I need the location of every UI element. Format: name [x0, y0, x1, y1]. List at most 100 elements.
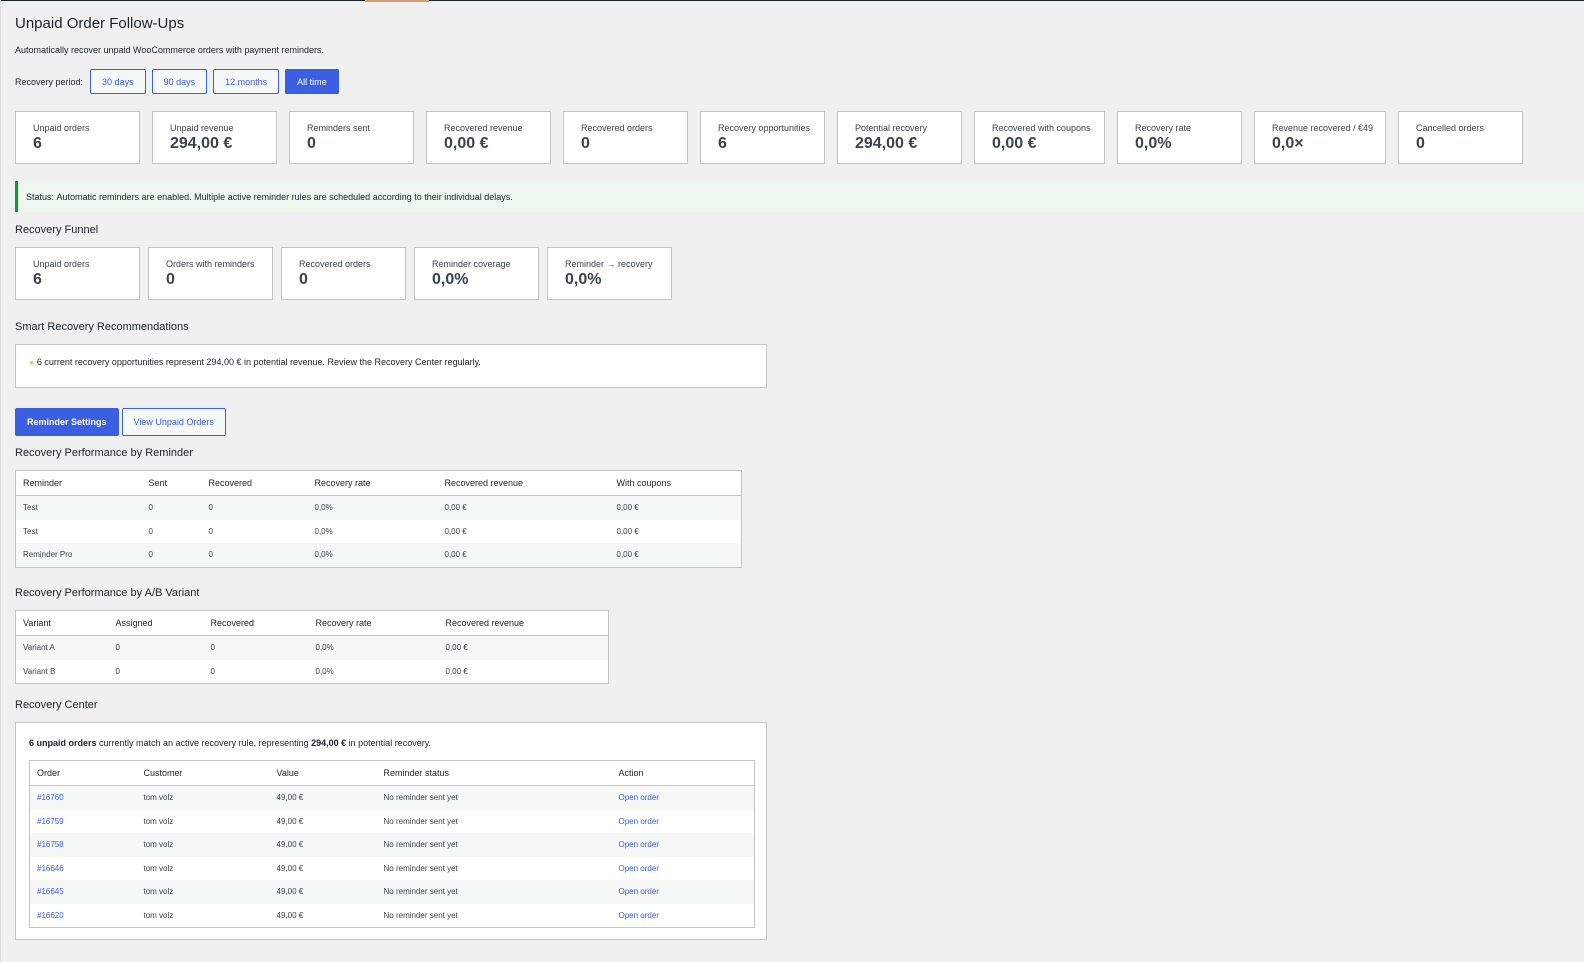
table-row: #16620 tom volz 49,00 € No reminder sent…	[30, 904, 755, 928]
action-cell: Open order	[612, 880, 755, 904]
table-cell: 0	[115, 643, 120, 653]
reminder-settings-button[interactable]: Reminder Settings	[15, 408, 119, 436]
customer-cell: tom volz	[143, 863, 174, 873]
recovery-funnel: Unpaid orders 6 Orders with reminders 0 Re…	[15, 247, 672, 300]
table-cell: 0	[208, 503, 213, 513]
table-row: Test 0 0 0,0% 0,00 € 0,00 €	[16, 520, 742, 544]
stat-label: Revenue recovered / €49	[1272, 123, 1374, 133]
stat-value: 0	[307, 135, 316, 152]
period-button-12-months[interactable]: 12 months	[213, 69, 280, 94]
table-cell: 0,0%	[314, 503, 333, 513]
open-order-link[interactable]: Open order	[619, 793, 659, 802]
customer-cell: tom volz	[143, 910, 174, 920]
value-cell: 49,00 €	[276, 863, 304, 873]
status-prefix: Status:	[26, 191, 55, 202]
order-link[interactable]: #16620	[37, 911, 64, 920]
status-text: Automatic reminders are enabled. Multipl…	[56, 191, 513, 202]
funnel-label: Unpaid orders	[33, 259, 90, 269]
open-order-link[interactable]: Open order	[619, 887, 659, 896]
column-header: Order	[29, 760, 137, 786]
column-header: Recovered revenue	[438, 610, 609, 636]
stat-card-unpaid-revenue: Unpaid revenue 294,00 €	[152, 111, 277, 164]
column-header: Recovery rate	[308, 610, 439, 636]
table-row: #16758 tom volz 49,00 € No reminder sent…	[29, 833, 755, 857]
stat-label: Recovered with coupons	[992, 123, 1091, 133]
reminder-performance-table: Reminder Sent Recovered Recovery rate Re…	[15, 470, 742, 568]
recommendations-heading: Smart Recovery Recommendations	[15, 321, 189, 333]
column-header: Value	[269, 760, 377, 786]
stat-value: 0	[1416, 135, 1425, 152]
funnel-label: Reminder coverage	[432, 259, 511, 269]
period-button-all-time[interactable]: All time	[285, 69, 339, 94]
funnel-value: 0	[299, 271, 308, 288]
page-subtitle: Automatically recover unpaid WooCommerce…	[15, 45, 324, 55]
summary-stats: Unpaid orders 6 Unpaid revenue 294,00 € Re…	[15, 111, 1523, 164]
stat-label: Potential recovery	[855, 123, 928, 133]
stat-card-cancelled-orders: Cancelled orders 0	[1398, 111, 1523, 164]
reminder-status-cell: No reminder sent yet	[383, 840, 458, 850]
value-cell: 49,00 €	[276, 887, 304, 897]
stat-card-recovered-orders: Recovered orders 0	[563, 111, 688, 164]
funnel-label: Orders with reminders	[166, 259, 255, 269]
table-cell: Reminder Pro	[23, 550, 73, 560]
open-order-link[interactable]: Open order	[619, 911, 659, 920]
admin-bar-highlight	[365, 0, 429, 2]
potential-amount: 294,00 €	[311, 738, 347, 748]
order-link[interactable]: #16759	[37, 817, 64, 826]
variant-performance-table: Variant Assigned Recovered Recovery rate…	[15, 610, 609, 684]
table-cell: 0,00 €	[616, 503, 639, 513]
stat-card-revenue-per-49: Revenue recovered / €49 0,0×	[1254, 111, 1386, 164]
action-cell: Open order	[612, 904, 755, 928]
stat-value: 0,0%	[1135, 135, 1172, 152]
open-order-link[interactable]: Open order	[619, 817, 659, 826]
reminder-status-cell: No reminder sent yet	[383, 793, 458, 803]
table-cell: 0,00 €	[616, 550, 639, 560]
table-row: #16645 tom volz 49,00 € No reminder sent…	[29, 880, 755, 904]
stat-card-recovery-opportunities: Recovery opportunities 6	[700, 111, 825, 164]
funnel-value: 0,0%	[565, 271, 602, 288]
stat-value: 6	[33, 135, 42, 152]
period-button-90-days[interactable]: 90 days	[151, 69, 208, 94]
funnel-label: Reminder → recovery	[565, 259, 653, 269]
table-header-row: Variant Assigned Recovered Recovery rate…	[15, 610, 609, 636]
column-header: Action	[611, 760, 755, 786]
table-cell: 0,00 €	[444, 550, 467, 560]
funnel-card-orders-with-reminders: Orders with reminders 0	[148, 247, 273, 300]
recovery-center-box: 6 unpaid orders currently match an activ…	[15, 722, 767, 940]
column-header: Customer	[136, 760, 270, 786]
stat-value: 0,0×	[1272, 135, 1304, 152]
table-header-row: Order Customer Value Reminder status Act…	[29, 760, 755, 786]
table-row: Reminder Pro 0 0 0,0% 0,00 € 0,00 €	[15, 543, 742, 567]
order-link[interactable]: #16760	[37, 793, 64, 802]
stat-value: 0,00 €	[992, 135, 1037, 152]
column-header: Recovered	[201, 470, 308, 496]
funnel-value: 0	[166, 271, 175, 288]
order-cell: #16760	[30, 786, 137, 810]
column-header: Reminder	[15, 470, 142, 496]
funnel-card-reminder-to-recovery: Reminder → recovery 0,0%	[547, 247, 672, 300]
stat-label: Unpaid orders	[33, 123, 90, 133]
column-header: Recovery rate	[307, 470, 438, 496]
table-cell: 0	[148, 550, 153, 560]
recovery-center-table: Order Customer Value Reminder status Act…	[29, 760, 755, 928]
period-button-30-days[interactable]: 30 days	[90, 69, 146, 94]
column-header: Recovered	[203, 610, 309, 636]
customer-cell: tom volz	[143, 793, 174, 803]
table-cell: 0	[115, 666, 120, 676]
column-header: Variant	[15, 610, 109, 636]
action-cell: Open order	[612, 786, 755, 810]
reminder-status-cell: No reminder sent yet	[383, 863, 458, 873]
recovery-center-intro: 6 unpaid orders currently match an activ…	[29, 738, 431, 748]
stat-value: 0	[581, 135, 590, 152]
view-unpaid-orders-button[interactable]: View Unpaid Orders	[121, 408, 226, 436]
table-cell: 0	[208, 526, 213, 536]
order-link[interactable]: #16645	[37, 887, 64, 896]
order-link[interactable]: #16646	[37, 864, 64, 873]
order-link[interactable]: #16758	[37, 840, 64, 849]
column-header: Recovered revenue	[437, 470, 610, 496]
table-cell: 0,0%	[315, 666, 334, 676]
open-order-link[interactable]: Open order	[619, 864, 659, 873]
open-order-link[interactable]: Open order	[619, 840, 659, 849]
stat-value: 294,00 €	[170, 135, 233, 152]
table-cell: 0	[208, 550, 213, 560]
